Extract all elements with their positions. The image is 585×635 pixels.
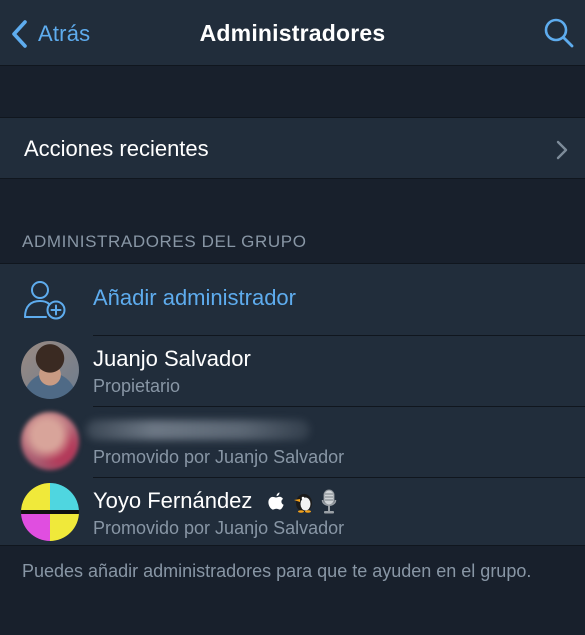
penguin-icon	[293, 494, 312, 513]
row-separator	[93, 406, 585, 407]
apple-icon	[267, 492, 284, 510]
navigation-bar: Atrás Administradores	[0, 0, 585, 66]
row-separator	[93, 477, 585, 478]
admin-row[interactable]: Promovido por Juanjo Salvador	[0, 406, 585, 477]
obscured-admin-name	[86, 420, 310, 440]
admin-role: Propietario	[93, 376, 181, 396]
add-admin-label: Añadir administrador	[93, 285, 296, 310]
footer-hint: Puedes añadir administradores para que t…	[22, 561, 532, 581]
avatar	[21, 483, 79, 541]
admin-row[interactable]: Juanjo Salvador Propietario	[0, 335, 585, 406]
admin-name-text: Yoyo Fernández	[93, 488, 253, 513]
search-icon[interactable]	[543, 17, 575, 49]
section-header: ADMINISTRADORES DEL GRUPO	[22, 232, 307, 251]
admin-name: Juanjo Salvador	[93, 346, 251, 371]
name-badges	[267, 489, 343, 515]
chevron-right-icon	[556, 140, 568, 160]
avatar	[21, 412, 79, 470]
recent-actions-label: Acciones recientes	[24, 136, 209, 161]
admin-role: Promovido por Juanjo Salvador	[93, 447, 345, 467]
microphone-icon	[321, 489, 336, 514]
admin-role: Promovido por Juanjo Salvador	[93, 518, 345, 538]
page-title: Administradores	[199, 20, 386, 46]
admins-list: Añadir administrador Juanjo Salvador Pro…	[0, 263, 585, 546]
avatar	[21, 341, 79, 399]
admin-name: Yoyo Fernández	[93, 488, 343, 515]
recent-actions-row[interactable]: Acciones recientes	[0, 117, 585, 179]
row-separator	[93, 335, 585, 336]
add-admin-row[interactable]: Añadir administrador	[0, 264, 585, 335]
add-user-icon	[24, 281, 66, 320]
admin-row[interactable]: Yoyo Fernández Promovido por Juanjo Salv…	[0, 477, 585, 548]
